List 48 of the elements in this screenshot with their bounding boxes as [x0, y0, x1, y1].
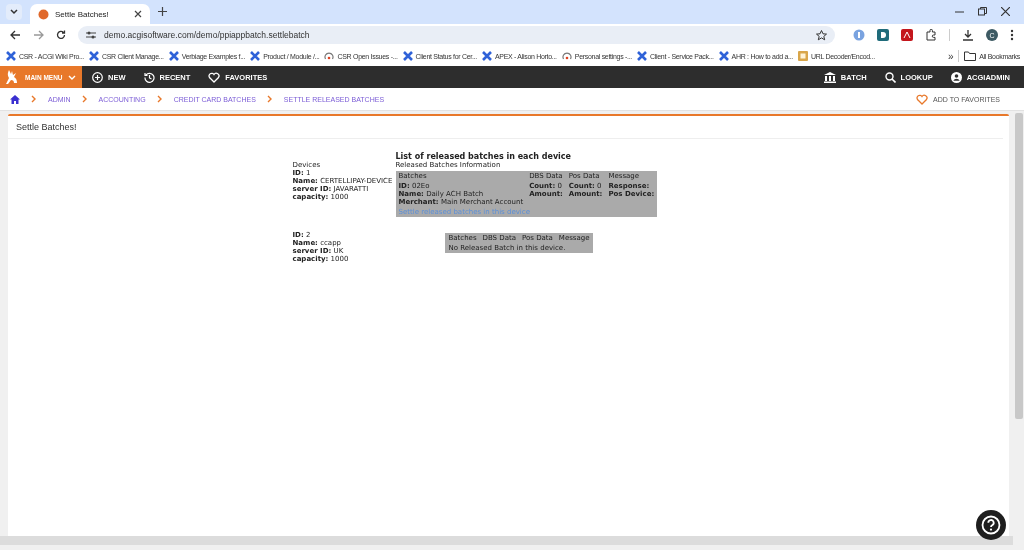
add-icon — [92, 71, 103, 83]
heart-icon — [208, 71, 221, 83]
cross-icon — [402, 51, 413, 61]
forward-icon[interactable] — [33, 30, 44, 40]
chevron-right-icon — [156, 95, 163, 103]
site-settings-icon[interactable] — [86, 31, 96, 39]
more-icon[interactable] — [1010, 29, 1014, 41]
more-bookmarks-button[interactable]: » — [947, 50, 954, 62]
browser-tab[interactable]: Settle Batches! — [30, 4, 150, 24]
home-icon[interactable] — [10, 94, 20, 104]
chevron-right-icon — [81, 95, 88, 103]
folder-icon — [964, 51, 977, 61]
cross-icon — [250, 51, 261, 61]
cross-icon — [637, 51, 647, 61]
site-icon — [38, 8, 49, 20]
search-icon — [884, 71, 896, 83]
user-icon — [950, 71, 962, 83]
history-icon — [143, 71, 155, 83]
bank-icon — [823, 71, 836, 83]
panel-title: Settle Batches! — [8, 116, 1003, 139]
heart-icon — [916, 93, 929, 105]
back-icon[interactable] — [10, 30, 21, 40]
section-heading: List of released batches in each device — [395, 152, 572, 161]
chevron-right-icon — [266, 95, 273, 103]
close-icon[interactable] — [134, 10, 142, 18]
deer-logo-icon — [6, 69, 20, 85]
star-icon[interactable] — [816, 29, 827, 41]
download-icon[interactable] — [962, 29, 974, 41]
cross-icon — [88, 51, 99, 61]
cross-icon — [168, 51, 179, 61]
new-tab-icon[interactable] — [158, 7, 167, 16]
chevron-right-icon — [31, 95, 37, 103]
help-icon — [981, 515, 1001, 535]
puzzle-icon[interactable] — [925, 29, 937, 41]
tab-list-button[interactable] — [6, 4, 22, 20]
cross-icon — [718, 51, 729, 61]
gauge-icon — [561, 51, 572, 61]
close-icon[interactable] — [1001, 7, 1010, 16]
reload-icon[interactable] — [56, 30, 66, 40]
address-bar[interactable]: demo.acgisoftware.com/demo/ppiappbatch.settlebatch — [78, 26, 835, 44]
cross-icon — [481, 51, 492, 61]
extension-icon[interactable] — [853, 29, 865, 41]
gauge-icon — [324, 51, 335, 61]
tool-icon — [798, 51, 808, 61]
cross-icon — [6, 51, 16, 61]
pdf-icon[interactable] — [901, 29, 913, 41]
extension-icon[interactable] — [877, 29, 889, 41]
restore-icon[interactable] — [978, 7, 987, 16]
